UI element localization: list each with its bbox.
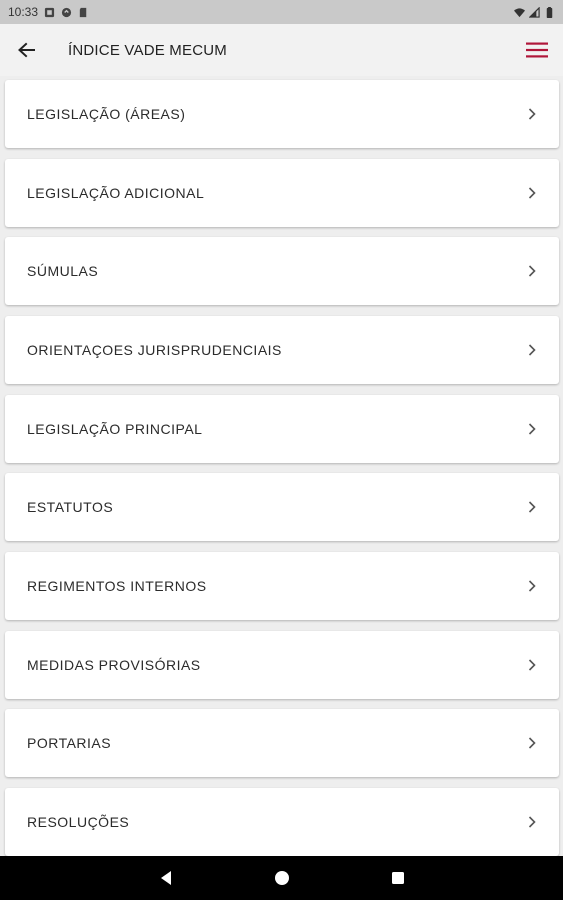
- list-item-resolucoes[interactable]: RESOLUÇÕES: [5, 788, 559, 856]
- chevron-right-icon: [528, 344, 536, 356]
- wifi-icon: [514, 7, 525, 17]
- list-item-label: SÚMULAS: [27, 263, 99, 279]
- status-bar: 10:33: [0, 0, 563, 24]
- list-item-label: ESTATUTOS: [27, 499, 114, 515]
- sync-icon: [61, 7, 72, 17]
- list-item-label: LEGISLAÇÃO PRINCIPAL: [27, 421, 203, 437]
- chevron-right-icon: [528, 816, 536, 828]
- chevron-right-icon: [528, 265, 536, 277]
- chevron-right-icon: [528, 187, 536, 199]
- sd-card-icon: [79, 7, 87, 17]
- list-item-medidas-provisorias[interactable]: MEDIDAS PROVISÓRIAS: [5, 631, 559, 699]
- app-bar: ÍNDICE VADE MECUM: [0, 24, 563, 76]
- list-item-label: MEDIDAS PROVISÓRIAS: [27, 657, 201, 673]
- battery-icon: [546, 6, 553, 18]
- index-list: LEGISLAÇÃO (ÁREAS) LEGISLAÇÃO ADICIONAL …: [0, 76, 563, 856]
- list-item-label: LEGISLAÇÃO (ÁREAS): [27, 106, 186, 122]
- page-title: ÍNDICE VADE MECUM: [68, 41, 227, 59]
- list-item-label: LEGISLAÇÃO ADICIONAL: [27, 185, 205, 201]
- recents-square-icon: [391, 872, 404, 884]
- status-time: 10:33: [8, 5, 39, 19]
- nav-home-button[interactable]: [270, 866, 294, 890]
- list-item-label: ORIENTAÇOES JURISPRUDENCIAIS: [27, 342, 282, 358]
- home-circle-icon: [274, 871, 289, 885]
- list-item-estatutos[interactable]: ESTATUTOS: [5, 473, 559, 541]
- notification-icon: [44, 7, 55, 17]
- list-item-label: RESOLUÇÕES: [27, 814, 130, 830]
- menu-button[interactable]: [511, 24, 563, 76]
- chevron-right-icon: [528, 501, 536, 513]
- list-item-portarias[interactable]: PORTARIAS: [5, 709, 559, 777]
- arrow-back-icon: [18, 42, 35, 58]
- chevron-right-icon: [528, 108, 536, 120]
- chevron-right-icon: [528, 580, 536, 592]
- back-button[interactable]: [0, 24, 52, 76]
- list-item-legislacao-adicional[interactable]: LEGISLAÇÃO ADICIONAL: [5, 159, 559, 227]
- hamburger-menu-icon: [526, 42, 548, 58]
- list-item-orientacoes-jurisprudenciais[interactable]: ORIENTAÇOES JURISPRUDENCIAIS: [5, 316, 559, 384]
- list-item-sumulas[interactable]: SÚMULAS: [5, 237, 559, 305]
- list-item-legislacao-principal[interactable]: LEGISLAÇÃO PRINCIPAL: [5, 395, 559, 463]
- chevron-right-icon: [528, 659, 536, 671]
- status-left: 10:33: [8, 5, 89, 19]
- signal-icon: [529, 6, 540, 18]
- system-nav-bar: [0, 856, 563, 900]
- list-item-regimentos-internos[interactable]: REGIMENTOS INTERNOS: [5, 552, 559, 620]
- status-right: [514, 6, 555, 18]
- back-triangle-icon: [160, 871, 171, 885]
- chevron-right-icon: [528, 737, 536, 749]
- list-item-label: REGIMENTOS INTERNOS: [27, 578, 207, 594]
- chevron-right-icon: [528, 423, 536, 435]
- list-item-legislacao-areas[interactable]: LEGISLAÇÃO (ÁREAS): [5, 80, 559, 148]
- nav-recents-button[interactable]: [386, 866, 410, 890]
- list-item-label: PORTARIAS: [27, 735, 112, 751]
- nav-back-button[interactable]: [154, 866, 178, 890]
